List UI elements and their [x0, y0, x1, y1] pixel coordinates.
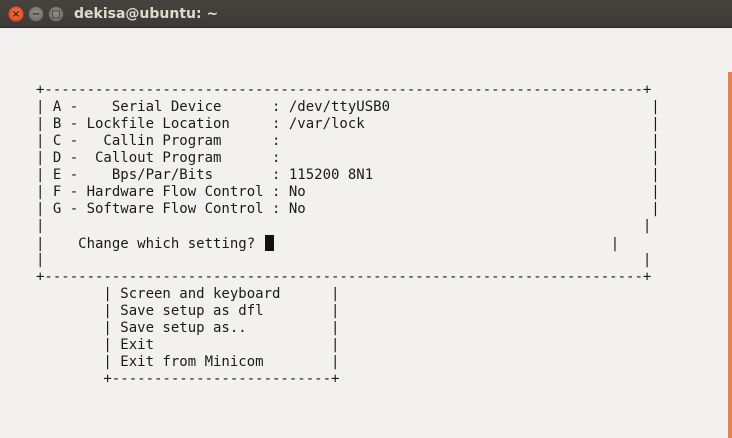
minicom-screen: +---------------------------------------… [36, 82, 660, 388]
change-setting-prompt-text: | Change which setting? [36, 236, 264, 252]
config-row-blank-2: | | [36, 252, 652, 268]
terminal-scrollbar[interactable] [728, 72, 732, 438]
config-row-callin-program: | C - Callin Program : | [36, 133, 660, 149]
change-setting-prompt[interactable]: | Change which setting? | [36, 235, 660, 252]
config-row-hardware-flow-control: | F - Hardware Flow Control : No | [36, 184, 660, 200]
config-row-lockfile-location: | B - Lockfile Location : /var/lock | [36, 116, 660, 132]
window-title: dekisa@ubuntu: ~ [74, 6, 219, 22]
menu-bottom-border: +--------------------------+ [36, 371, 340, 387]
menu-item-save-setup-as[interactable]: | Save setup as.. | [36, 320, 660, 337]
menu-item-exit[interactable]: | Exit | [36, 337, 660, 354]
config-row-callout-program: | D - Callout Program : | [36, 150, 660, 166]
change-setting-prompt-end: | [273, 236, 620, 252]
config-row-serial-device: | A - Serial Device : /dev/ttyUSB0 | [36, 99, 660, 115]
close-window-button[interactable]: × [8, 6, 24, 22]
maximize-window-button[interactable]: □ [48, 6, 64, 22]
menu-item-screen-and-keyboard[interactable]: | Screen and keyboard | [36, 286, 660, 303]
config-box-bottom-border: +---------------------------------------… [36, 269, 652, 285]
terminal-area[interactable]: +---------------------------------------… [0, 28, 726, 438]
config-row-bps-par-bits: | E - Bps/Par/Bits : 115200 8N1 | [36, 167, 660, 183]
config-row-blank: | | [36, 218, 652, 234]
menu-item-exit-from-minicom[interactable]: | Exit from Minicom | [36, 354, 660, 371]
config-row-software-flow-control: | G - Software Flow Control : No | [36, 201, 660, 217]
menu-item-save-setup-as-dfl[interactable]: | Save setup as dfl | [36, 303, 660, 320]
text-cursor [264, 235, 274, 251]
window-titlebar: × − □ dekisa@ubuntu: ~ [0, 0, 732, 28]
config-box-top-border: +---------------------------------------… [36, 82, 652, 98]
minimize-window-button[interactable]: − [28, 6, 44, 22]
